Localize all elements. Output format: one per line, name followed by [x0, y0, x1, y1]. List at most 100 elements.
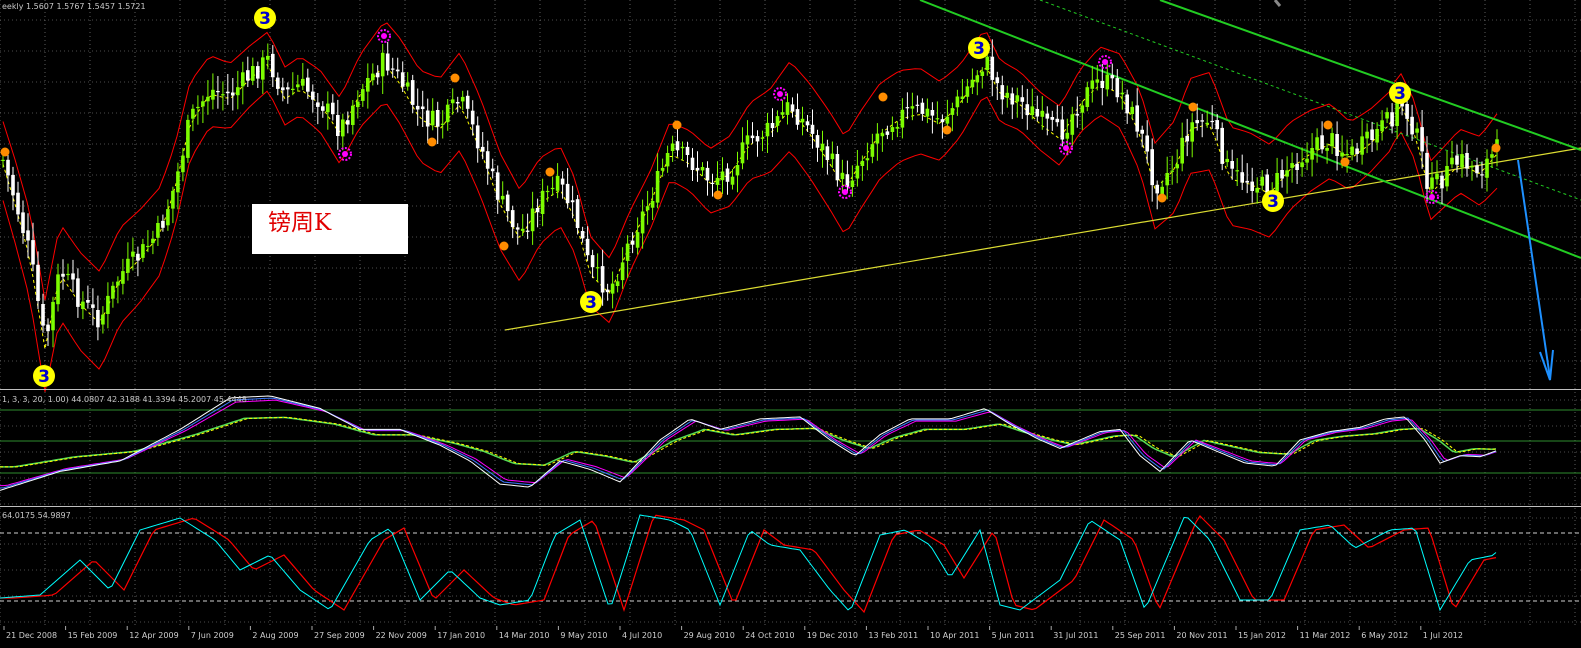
- candle-body: [385, 53, 390, 71]
- candle-body: [276, 77, 280, 89]
- candle-body: [321, 106, 325, 111]
- candle-body: [705, 167, 710, 181]
- candle-body: [440, 123, 445, 125]
- candle-body: [500, 195, 505, 200]
- candle-body: [415, 105, 420, 110]
- candle-body: [1440, 175, 1444, 189]
- scroll-marker: [1273, 0, 1282, 7]
- main-chart-header: eekly 1.5607 1.5767 1.5457 1.5721: [2, 2, 146, 11]
- candle-body: [206, 96, 210, 102]
- candle-body: [1325, 148, 1329, 151]
- candle-body: [760, 137, 765, 139]
- candle-body: [805, 121, 810, 126]
- candle-body: [525, 230, 530, 232]
- candle-body: [925, 108, 930, 117]
- candle-body: [1300, 162, 1304, 168]
- candle-body: [1460, 154, 1464, 168]
- candle-body: [930, 110, 935, 116]
- candle-body: [1475, 165, 1479, 174]
- candle-body: [430, 110, 435, 126]
- candle-body: [990, 56, 995, 80]
- support-trendline: [504, 147, 1581, 331]
- orange-signal-marker: [1188, 102, 1198, 112]
- candle-body: [1205, 122, 1209, 124]
- candle-body: [1470, 165, 1474, 168]
- panel-separator[interactable]: [0, 506, 1581, 507]
- candle-body: [31, 240, 35, 265]
- candle-body: [820, 143, 825, 151]
- candle-body: [650, 201, 655, 208]
- candle-body: [395, 69, 400, 72]
- candle-body: [900, 109, 905, 128]
- candle-body: [850, 180, 855, 187]
- orange-signal-marker: [713, 190, 723, 200]
- candle-body: [515, 227, 520, 230]
- x-axis-label: 25 Sep 2011: [1115, 631, 1166, 640]
- candle-body: [251, 66, 255, 81]
- candle-body: [495, 172, 500, 200]
- candle-body: [765, 122, 770, 137]
- orange-signal-marker: [1491, 143, 1501, 153]
- panel-separator[interactable]: [0, 389, 1581, 390]
- candle-body: [720, 171, 725, 181]
- candle-body: [46, 324, 50, 332]
- candle-body: [1415, 128, 1419, 133]
- candle-body: [1255, 188, 1259, 193]
- candle-body: [585, 238, 590, 256]
- candle-body: [1105, 74, 1110, 90]
- candle-body: [480, 146, 485, 152]
- candle-body: [221, 94, 225, 96]
- orange-signal-marker: [545, 167, 555, 177]
- candle-body: [1220, 127, 1224, 164]
- candle-body: [231, 92, 235, 96]
- candle-body: [730, 176, 735, 185]
- candle-body: [540, 190, 545, 214]
- candle-body: [645, 206, 650, 211]
- candle-body: [196, 106, 200, 109]
- candle-body: [960, 96, 965, 99]
- candle-body: [1240, 172, 1244, 183]
- candle-body: [700, 167, 705, 171]
- candle-body: [1245, 180, 1249, 183]
- candle-body: [81, 301, 85, 309]
- candle-body: [530, 208, 535, 232]
- candle-body: [66, 273, 70, 276]
- candle-body: [1445, 166, 1449, 187]
- candle-body: [161, 220, 165, 228]
- x-axis-label: 10 Apr 2011: [930, 631, 979, 640]
- candle-body: [346, 120, 350, 125]
- candle-body: [1070, 114, 1075, 135]
- candle-body: [266, 55, 270, 60]
- candle-body: [600, 266, 605, 293]
- candle-body: [1130, 106, 1134, 114]
- candle-body: [570, 200, 575, 203]
- candle-body: [1215, 120, 1219, 130]
- candle-body: [1285, 170, 1289, 177]
- candle-body: [1250, 181, 1254, 191]
- candle-body: [400, 72, 405, 87]
- orange-signal-marker: [942, 125, 952, 135]
- candle-body: [316, 102, 320, 107]
- candle-body: [296, 84, 300, 88]
- candle-body: [1065, 132, 1070, 139]
- candle-body: [735, 165, 740, 176]
- candle-body: [1005, 92, 1010, 98]
- candle-body: [166, 209, 170, 226]
- candle-body: [470, 110, 475, 125]
- candle-body: [655, 171, 660, 203]
- candle-body: [1075, 113, 1080, 116]
- candle-body: [420, 106, 425, 109]
- candle-body: [1450, 157, 1454, 165]
- candle-body: [955, 96, 960, 108]
- candle-body: [905, 107, 910, 109]
- candle-body: [445, 104, 450, 123]
- candle-body: [261, 57, 265, 80]
- candle-body: [1190, 122, 1194, 142]
- candle-body: [1025, 104, 1030, 116]
- orange-signal-marker: [1340, 157, 1350, 167]
- candle-body: [241, 72, 245, 87]
- candle-body: [336, 115, 340, 136]
- candle-body: [1135, 105, 1139, 132]
- magenta-signal-dot: [842, 189, 848, 195]
- candle-body: [910, 106, 915, 109]
